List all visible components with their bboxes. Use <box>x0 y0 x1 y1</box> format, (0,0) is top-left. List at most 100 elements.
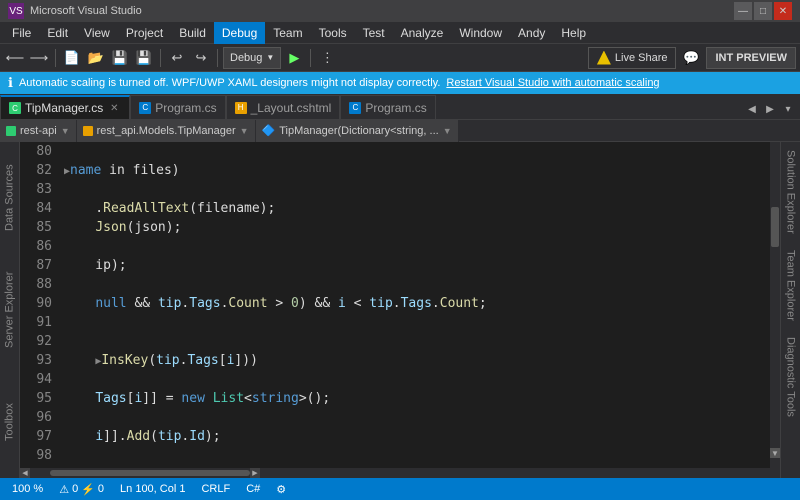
intellisense-icon: ⚙ <box>276 483 286 496</box>
menu-view[interactable]: View <box>76 22 118 44</box>
line-num-85: 85 <box>20 218 52 237</box>
breadcrumb-member-label: TipManager(Dictionary<string, ... <box>279 125 438 137</box>
new-project-button[interactable]: 📄 <box>61 47 83 69</box>
menu-build[interactable]: Build <box>171 22 214 44</box>
forward-button[interactable]: ⟶ <box>28 47 50 69</box>
menu-tools[interactable]: Tools <box>311 22 355 44</box>
tab-label-program1: Program.cs <box>155 101 216 115</box>
code-line-95: Tags[i]] = new List<string>(); <box>64 389 770 408</box>
tab-program1[interactable]: C Program.cs <box>130 95 225 119</box>
sidebar-team-explorer[interactable]: Team Explorer <box>781 242 800 329</box>
status-errors[interactable]: ⚠ 0 ⚡ 0 <box>55 483 108 496</box>
back-button[interactable]: ⟵ <box>4 47 26 69</box>
breadcrumb-bar: rest-api ▼ rest_api.Models.TipManager ▼ … <box>0 120 800 142</box>
line-num-97: 97 <box>20 427 52 446</box>
play-button[interactable]: ▶ <box>283 47 305 69</box>
errors-count: 0 <box>72 483 78 495</box>
h-scrollbar-thumb[interactable] <box>50 470 250 476</box>
close-button[interactable]: ✕ <box>774 2 792 20</box>
tab-scroll-left[interactable]: ◀ <box>744 101 760 117</box>
info-link[interactable]: Restart Visual Studio with automatic sca… <box>446 77 659 89</box>
tab-tipmanager[interactable]: C TipManager.cs ✕ <box>0 95 130 119</box>
code-line-98 <box>64 446 770 465</box>
tab-label-program2: Program.cs <box>365 101 426 115</box>
code-line-91 <box>64 313 770 332</box>
status-zoom[interactable]: 100 % <box>8 483 47 495</box>
code-line-84: .ReadAllText(filename); <box>64 199 770 218</box>
open-button[interactable]: 📂 <box>85 47 107 69</box>
language-label: C# <box>246 483 260 495</box>
breadcrumb-member[interactable]: 🔷 TipManager(Dictionary<string, ... ▼ <box>256 120 459 142</box>
horizontal-scrollbar[interactable]: ◀ ▶ <box>20 468 780 478</box>
toolbar: ⟵ ⟶ 📄 📂 💾 💾 ↩ ↪ Debug ▼ ▶ ⋮ Live Share 💬… <box>0 44 800 72</box>
sidebar-diagnostic-tools[interactable]: Diagnostic Tools <box>781 329 800 425</box>
code-line-90: null && tip.Tags.Count > 0) && i < tip.T… <box>64 294 770 313</box>
menu-user[interactable]: Andy <box>510 22 553 44</box>
sidebar-server-explorer[interactable]: Server Explorer <box>0 254 19 366</box>
breadcrumb-member-icon: 🔷 <box>262 124 276 137</box>
code-line-92 <box>64 332 770 351</box>
undo-button[interactable]: ↩ <box>166 47 188 69</box>
status-line[interactable]: Ln 100, Col 1 <box>116 483 189 495</box>
tab-list-button[interactable]: ▾ <box>780 101 796 117</box>
line-num-94: 94 <box>20 370 52 389</box>
scrollbar-thumb[interactable] <box>771 207 779 247</box>
line-num-82: 82 <box>20 161 52 180</box>
menu-analyze[interactable]: Analyze <box>393 22 452 44</box>
tab-label-tipmanager: TipManager.cs <box>25 101 103 115</box>
toolbar-extra-btn[interactable]: ⋮ <box>316 47 338 69</box>
menu-project[interactable]: Project <box>118 22 171 44</box>
line-num-87: 87 <box>20 256 52 275</box>
line-num-93: 93 <box>20 351 52 370</box>
toolbar-sep-2 <box>160 49 161 67</box>
debug-config-dropdown[interactable]: Debug ▼ <box>223 47 281 69</box>
live-share-label: Live Share <box>615 52 668 64</box>
sidebar-solution-explorer[interactable]: Solution Explorer <box>781 142 800 242</box>
line-num-88: 88 <box>20 275 52 294</box>
status-intellisense[interactable]: ⚙ <box>272 483 290 496</box>
scroll-right-btn[interactable]: ▶ <box>250 468 260 478</box>
int-preview-button[interactable]: INT PREVIEW <box>706 47 796 69</box>
tab-close-tipmanager[interactable]: ✕ <box>107 101 121 115</box>
tab-layout[interactable]: H _Layout.cshtml <box>226 95 341 119</box>
minimize-button[interactable]: — <box>734 2 752 20</box>
code-editor[interactable]: ▶name in files) .ReadAllText(filename); … <box>60 142 770 468</box>
errors-icon: ⚠ <box>59 483 69 496</box>
tab-scroll-right[interactable]: ▶ <box>762 101 778 117</box>
tab-icon-program1: C <box>139 102 151 114</box>
menu-window[interactable]: Window <box>451 22 510 44</box>
menu-debug[interactable]: Debug <box>214 22 265 44</box>
code-line-97: i]].Add(tip.Id); <box>64 427 770 446</box>
breadcrumb-arrow-1: ▼ <box>61 126 70 136</box>
maximize-button[interactable]: □ <box>754 2 772 20</box>
live-share-button[interactable]: Live Share <box>588 47 677 69</box>
app-icon: VS <box>8 3 24 19</box>
redo-button[interactable]: ↪ <box>190 47 212 69</box>
scroll-down-arrow[interactable]: ▼ <box>770 448 780 458</box>
menu-team[interactable]: Team <box>265 22 310 44</box>
info-icon: ℹ <box>8 75 13 91</box>
status-encoding[interactable]: CRLF <box>197 483 234 495</box>
status-language[interactable]: C# <box>242 483 264 495</box>
breadcrumb-project[interactable]: rest-api ▼ <box>0 120 77 142</box>
feedback-button[interactable]: 💬 <box>680 47 702 69</box>
menu-edit[interactable]: Edit <box>39 22 76 44</box>
tab-program2[interactable]: C Program.cs <box>340 95 435 119</box>
toolbar-right: Live Share 💬 INT PREVIEW <box>588 47 796 69</box>
menu-test[interactable]: Test <box>355 22 393 44</box>
sidebar-toolbox[interactable]: Toolbox <box>0 366 19 478</box>
breadcrumb-namespace[interactable]: rest_api.Models.TipManager ▼ <box>77 120 256 142</box>
debug-config-label: Debug <box>230 52 262 64</box>
right-sidebar: Solution Explorer Team Explorer Diagnost… <box>780 142 800 478</box>
scroll-left-btn[interactable]: ◀ <box>20 468 30 478</box>
title-bar: VS Microsoft Visual Studio — □ ✕ <box>0 0 800 22</box>
line-info: Ln 100, Col 1 <box>120 483 185 495</box>
menu-file[interactable]: File <box>4 22 39 44</box>
menu-help[interactable]: Help <box>553 22 594 44</box>
vertical-scrollbar[interactable]: ▼ <box>770 142 780 468</box>
line-num-83: 83 <box>20 180 52 199</box>
breadcrumb-project-label: rest-api <box>20 125 57 137</box>
save-button[interactable]: 💾 <box>109 47 131 69</box>
sidebar-data-sources[interactable]: Data Sources <box>0 142 19 254</box>
save-all-button[interactable]: 💾 <box>133 47 155 69</box>
